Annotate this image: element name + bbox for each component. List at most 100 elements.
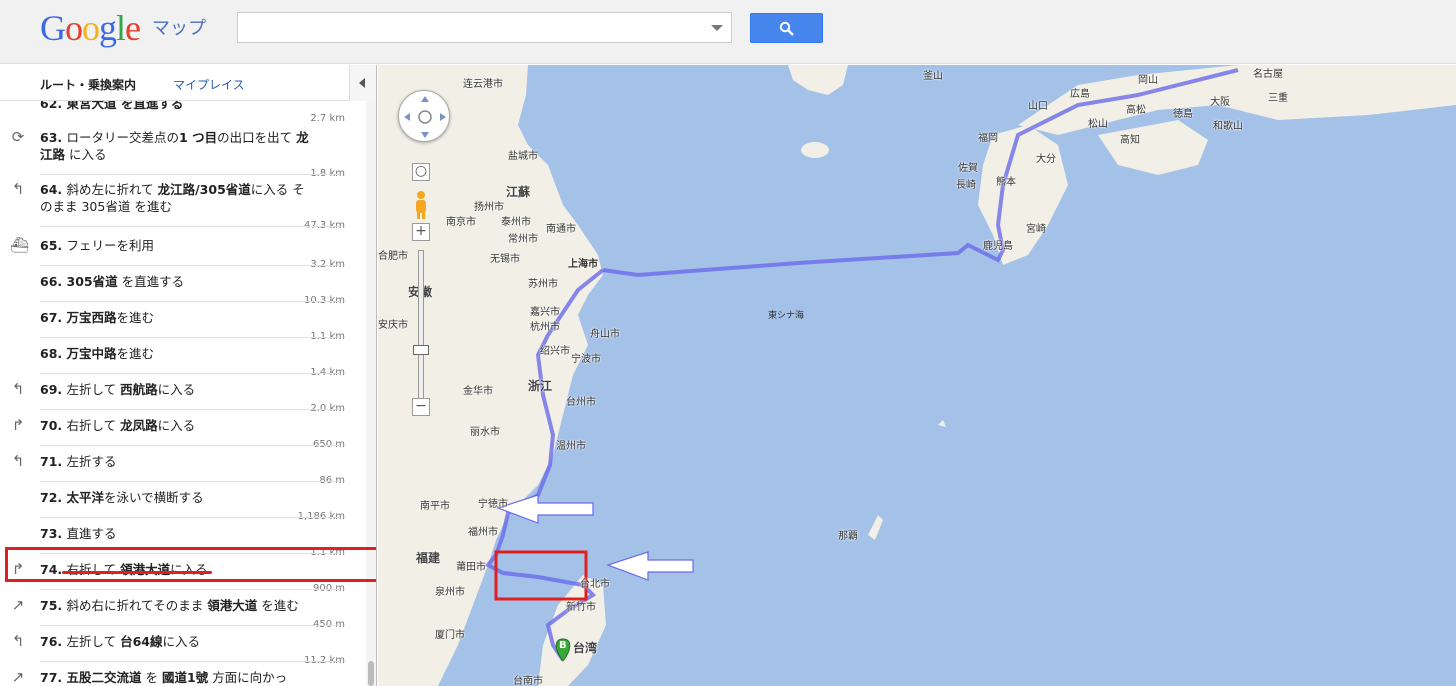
map-label-shaoxing: 绍兴市 (540, 346, 570, 357)
step-text-part: を泳いで (104, 490, 154, 505)
step-text-part: 台64線 (120, 634, 163, 649)
map-label-anqing: 安庆市 (378, 320, 408, 331)
map-label-nagasaki: 長崎 (956, 180, 976, 191)
step-text: 65. フェリーを利用 (40, 237, 310, 254)
divider (40, 226, 340, 227)
step-text-part: に入る (157, 418, 196, 433)
tab-my-places[interactable]: マイプレイス (173, 76, 245, 93)
map-label-kagoshima: 鹿児島 (983, 241, 1013, 252)
map-label-hangzhou: 杭州市 (530, 322, 560, 333)
map-label-yamaguchi: 山口 (1028, 101, 1048, 112)
directions-panel: ルート・乗換案内 マイプレイス 62. 東宮大道 を直進する 2.7 km ⟳ 63.… (0, 65, 377, 686)
map-label-miyazaki: 宮崎 (1026, 224, 1046, 235)
map-label-fuzhou: 福州市 (468, 527, 498, 538)
map-label-okayama: 岡山 (1138, 75, 1158, 86)
map-label-kumamoto: 熊本 (996, 177, 1016, 188)
step-text-part: を進む (257, 598, 299, 613)
collapse-panel-button[interactable] (349, 65, 376, 101)
step-text-part: 國道1號 (161, 670, 209, 685)
roundabout-icon: ⟳ (11, 128, 25, 146)
map-label-saga: 佐賀 (958, 163, 978, 174)
step-text: 64. 斜め左に折れて 龙江路/305省道に入る そのまま 305省道 を進む (40, 181, 310, 215)
highlight-underline (62, 571, 212, 574)
map-label-wuxi: 无锡市 (490, 254, 520, 265)
map-label-hiroshima: 広島 (1070, 89, 1090, 100)
map-label-nantong: 南通市 (546, 224, 576, 235)
divider (40, 301, 340, 302)
direction-steps: 62. 東宮大道 を直進する 2.7 km ⟳ 63. ロータリー交差点の1 つ目の出… (0, 101, 365, 686)
step-text-part: 直進する (66, 526, 117, 541)
ferry-icon: ⛴ (10, 236, 30, 254)
map-label-matsuyama: 松山 (1088, 119, 1108, 130)
dropdown-arrow-icon[interactable] (711, 25, 723, 31)
zoom-out-button[interactable]: − (412, 398, 430, 416)
step-text-part: 305省道 (81, 199, 131, 214)
step-number: 73. (40, 526, 67, 541)
slight-right-icon: ↗ (11, 596, 25, 614)
map-label-nanjing: 南京市 (446, 217, 476, 228)
street-view-pegman-icon[interactable] (412, 190, 430, 220)
search-input[interactable] (237, 12, 732, 43)
top-bar: Google マップ (0, 0, 1456, 64)
map-label-kochi: 高知 (1120, 135, 1140, 146)
map-label-hefei: 合肥市 (378, 251, 408, 262)
turn-right-icon: ↱ (11, 416, 25, 434)
step-text-part: 西航路 (120, 382, 158, 397)
search-button[interactable] (750, 13, 823, 43)
step-text-part: に入る (65, 147, 107, 162)
route-end-marker-b[interactable]: B (559, 640, 567, 651)
map-label-lianyungang: 连云港市 (463, 79, 503, 90)
step-text-part: 万宝西路 (66, 310, 117, 325)
map-label-jiaxing: 嘉兴市 (530, 307, 560, 318)
step-number: 75. (40, 598, 67, 613)
pan-arrows-icon (404, 96, 446, 138)
panel-tabs: ルート・乗換案内 マイプレイス (0, 65, 376, 101)
scroll-thumb[interactable] (368, 661, 374, 686)
zoom-slider-handle[interactable] (413, 345, 429, 355)
step-text: 72. 太平洋を泳いで横断する (40, 489, 310, 506)
map-label-wenzhou: 温州市 (556, 441, 586, 452)
step-text: 77. 五股二交流道 を 國道1號 方面に向かっ (40, 669, 310, 686)
step-text: 66. 305省道 を直進する (40, 273, 310, 290)
map-label-changzhou: 常州市 (508, 234, 538, 245)
turn-left-icon: ↰ (11, 380, 25, 398)
step-text-part: 斜め左に折れて (66, 182, 158, 197)
map-label-ningde: 宁徳市 (478, 499, 508, 510)
step-text-part: を直進する (117, 274, 185, 289)
map-label-taizhou2: 台州市 (566, 397, 596, 408)
step-text: 70. 右折して 龙凤路に入る (40, 417, 310, 434)
step-number: 64. (40, 182, 67, 197)
step-text: 67. 万宝西路を進む (40, 309, 310, 326)
pan-control[interactable] (398, 90, 450, 142)
divider (40, 373, 340, 374)
slight-left-icon: ↰ (11, 180, 25, 198)
zoom-slider-track[interactable] (418, 250, 424, 410)
panel-scrollbar[interactable] (366, 101, 376, 686)
step-number: 67. (40, 310, 67, 325)
map-label-quanzhou: 泉州市 (435, 587, 465, 598)
step-text-part: フェリーを利用 (66, 238, 155, 253)
step-text-part: 斜め右に折れてそのまま (66, 598, 208, 613)
zoom-in-button[interactable]: + (412, 223, 430, 241)
step-text-part: 領港大道 (207, 598, 258, 613)
step-text-part: 左折する (66, 454, 117, 469)
step-text: 68. 万宝中路を進む (40, 345, 310, 362)
map-label-taipei: 台北市 (580, 579, 610, 590)
step-number: 71. (40, 454, 67, 469)
step-distance: 2.7 km (310, 113, 345, 124)
zoom-reset-button[interactable]: ○ (412, 163, 430, 181)
turn-left-icon: ↰ (11, 452, 25, 470)
step-text-part: 方面に向かっ (208, 670, 288, 685)
map-label-taizhou: 泰州市 (501, 217, 531, 228)
map-canvas[interactable]: 连云港市 盐城市 江蘇 扬州市 南京市 泰州市 南通市 常州市 无锡市 苏州市 … (378, 65, 1456, 686)
highlight-box-step-72 (5, 547, 376, 582)
divider (40, 409, 340, 410)
step-text-part: を進む (116, 310, 155, 325)
divider (40, 174, 340, 175)
step-number: 66. (40, 274, 67, 289)
step-text-part: を (141, 670, 162, 685)
step-number: 70. (40, 418, 67, 433)
tab-directions[interactable]: ルート・乗換案内 (40, 76, 136, 93)
google-logo[interactable]: Google (40, 6, 141, 50)
step-number: 65. (40, 238, 67, 253)
